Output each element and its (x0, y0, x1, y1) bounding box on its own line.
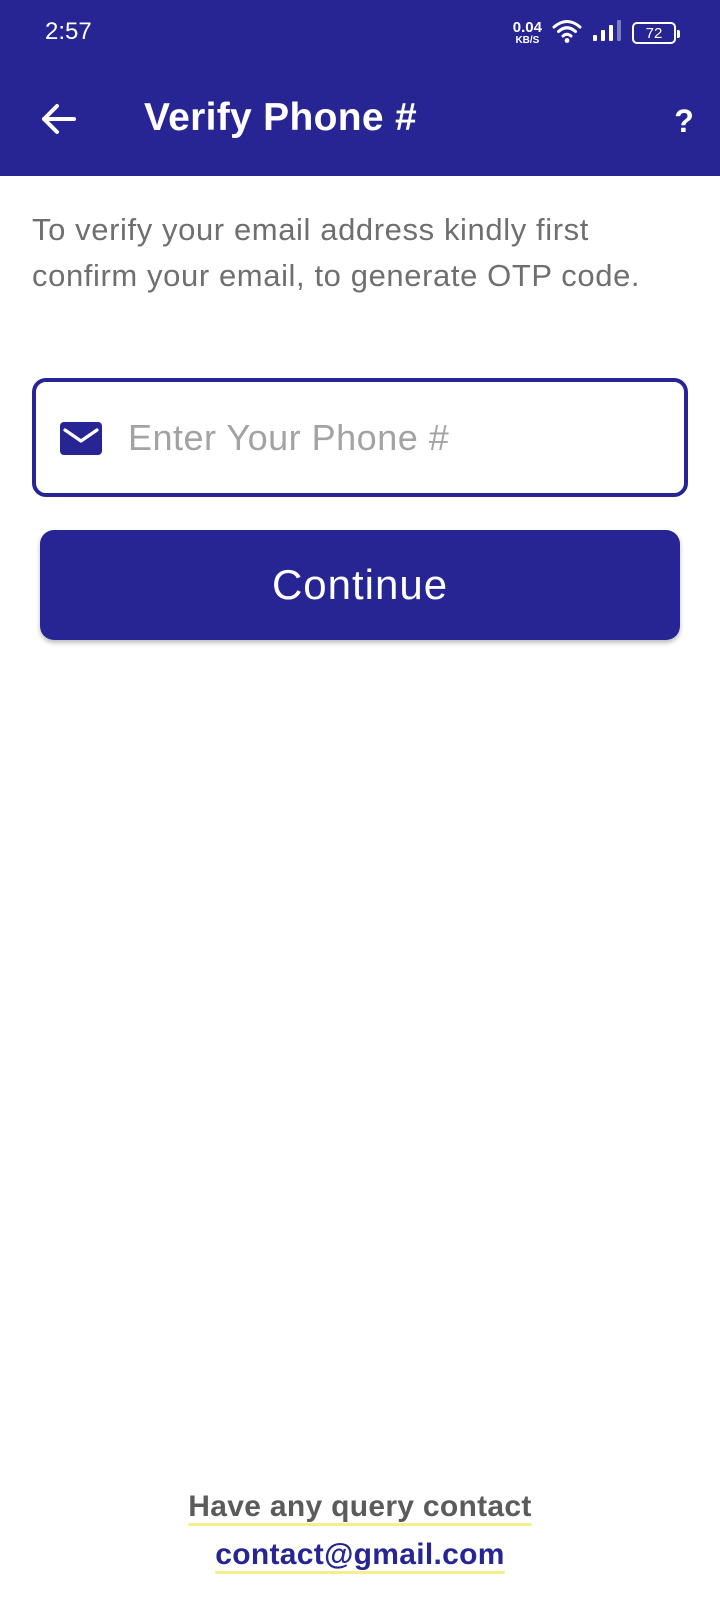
network-speed: 0.04 KB/S (513, 20, 542, 46)
arrow-left-icon (40, 103, 76, 140)
status-time: 2:57 (45, 18, 92, 45)
status-bar: 2:57 0.04 KB/S 72 (0, 0, 720, 66)
instructions-text: To verify your email address kindly firs… (32, 212, 641, 293)
continue-button[interactable]: Continue (40, 530, 680, 640)
query-contact-text: Have any query contact (188, 1490, 532, 1523)
phone-field[interactable] (32, 378, 688, 497)
app-bar: Verify Phone # ? (0, 66, 720, 176)
contact-footer: Have any query contact contact@gmail.com (0, 1490, 720, 1572)
status-icons: 0.04 KB/S 72 (513, 18, 680, 49)
contact-email-link[interactable]: contact@gmail.com (215, 1538, 504, 1572)
verify-phone-screen: 2:57 0.04 KB/S 72 Verify Phone # ? To ve… (0, 0, 720, 1600)
battery-level: 72 (645, 24, 663, 42)
mail-icon (60, 422, 102, 455)
back-button[interactable] (30, 93, 86, 149)
wifi-icon (552, 18, 582, 49)
network-speed-unit: KB/S (515, 35, 540, 46)
page-title: Verify Phone # (144, 96, 417, 139)
network-speed-value: 0.04 (512, 19, 542, 36)
help-button[interactable]: ? (664, 96, 704, 146)
battery-icon: 72 (632, 22, 680, 44)
phone-input[interactable] (128, 402, 668, 474)
signal-icon (592, 19, 622, 47)
